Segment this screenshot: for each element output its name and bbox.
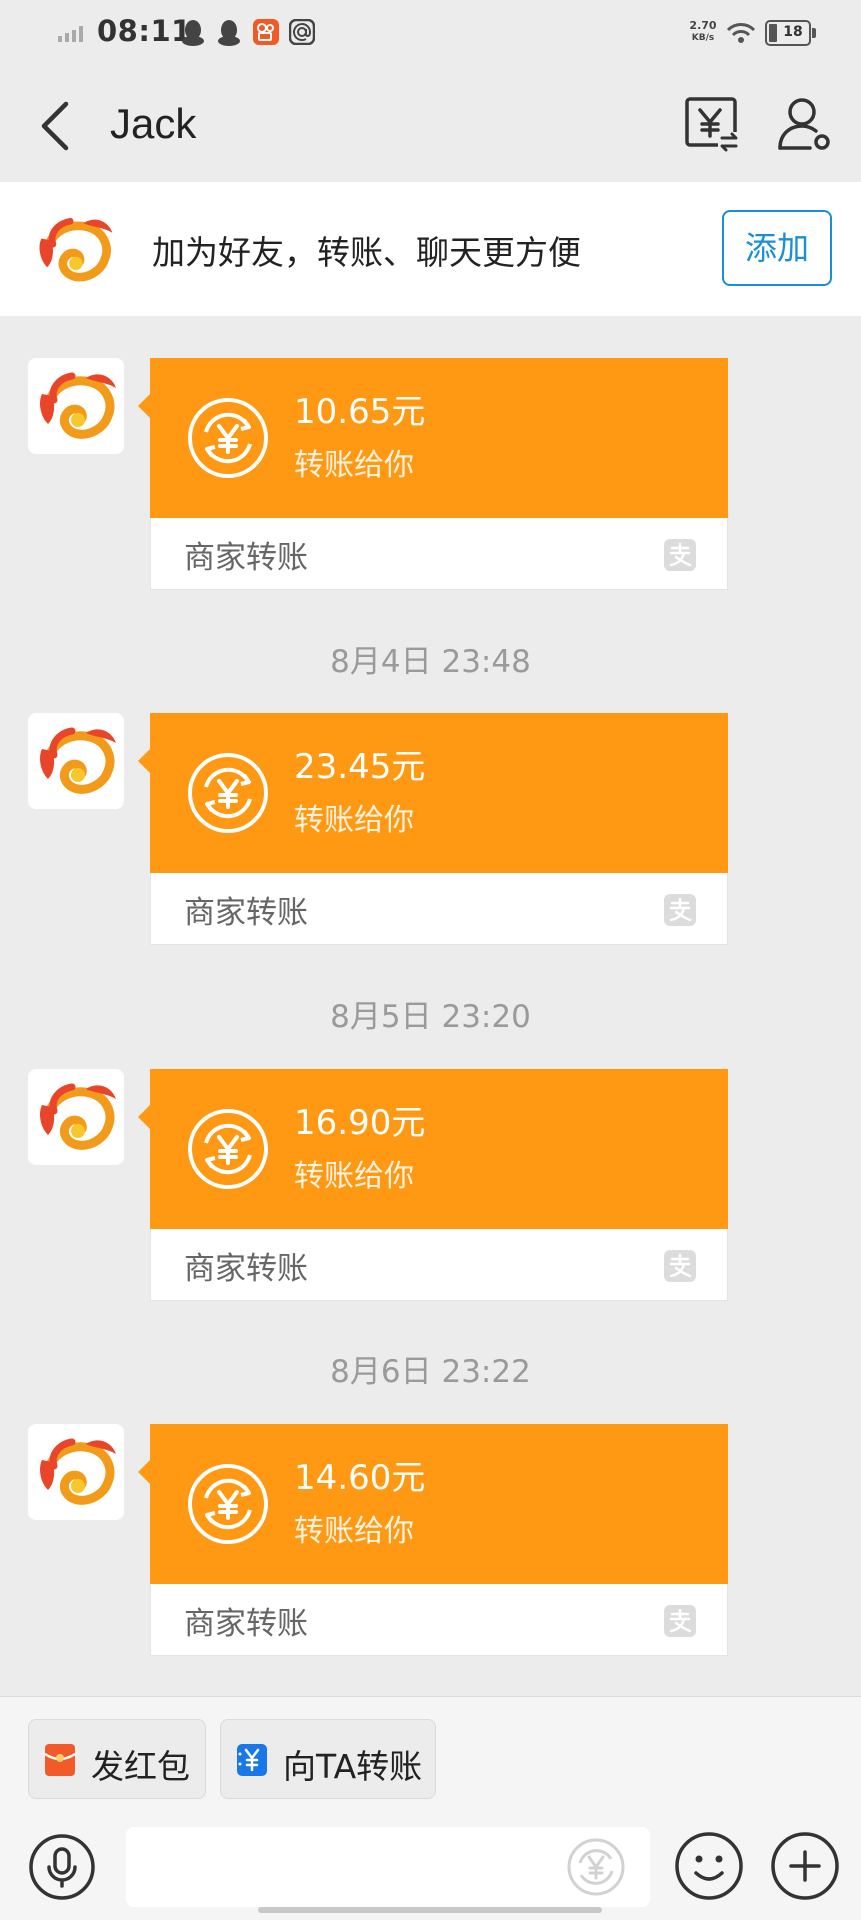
transfer-amount: 14.60元 (294, 1458, 426, 1498)
merchant-avatar (28, 204, 120, 296)
red-packet-label: 发红包 (91, 1747, 190, 1786)
smiley-icon[interactable] (674, 1831, 744, 1901)
transfer-subtitle: 转账给你 (294, 448, 414, 483)
status-bar: 08:11 2.70 KB/s 18 (0, 0, 861, 66)
transfer-card[interactable]: 10.65元 转账给你 商家转账 (138, 358, 728, 590)
red-packet-button[interactable]: 发红包 (28, 1719, 206, 1799)
transfer-card[interactable]: 14.60元 转账给你 商家转账 (138, 1424, 728, 1656)
person-settings-icon[interactable] (776, 96, 832, 152)
transfer-card[interactable]: 16.90元 转账给你 商家转账 (138, 1069, 728, 1301)
message-input[interactable] (126, 1827, 650, 1907)
signal-icon (58, 26, 83, 42)
yuan-coin-icon (188, 398, 268, 478)
merchant-avatar[interactable] (28, 1424, 124, 1520)
transfer-subtitle: 转账给你 (294, 1514, 414, 1549)
chat-header: Jack (0, 66, 861, 182)
add-friend-hint: 加为好友，转账、聊天更方便 (152, 233, 581, 272)
yuan-coin-icon (188, 753, 268, 833)
merchant-avatar[interactable] (28, 713, 124, 809)
transfer-message: 16.90元 转账给你 商家转账 (0, 1069, 861, 1301)
merchant-avatar[interactable] (28, 1069, 124, 1165)
timestamp: 8月6日 23:22 (330, 1354, 531, 1390)
timestamp: 8月4日 23:48 (330, 644, 531, 680)
alipay-icon (664, 894, 696, 926)
qq-icon (218, 20, 240, 46)
transfer-type-label: 商家转账 (184, 1251, 308, 1287)
network-speed: 2.70 KB/s (689, 19, 717, 44)
transfer-amount: 10.65元 (294, 392, 426, 432)
chevron-left-icon[interactable] (36, 96, 76, 156)
yuan-coin-icon[interactable] (566, 1837, 626, 1897)
transfer-type-label: 商家转账 (184, 895, 308, 931)
merchant-avatar[interactable] (28, 358, 124, 454)
plus-icon[interactable] (770, 1831, 840, 1901)
battery-icon: 18 (765, 20, 816, 46)
add-friend-banner: 加为好友，转账、聊天更方便 添加 (0, 182, 861, 316)
transfer-type-label: 商家转账 (184, 540, 308, 576)
page-title: Jack (110, 100, 197, 147)
yuan-coin-icon (188, 1109, 268, 1189)
home-indicator[interactable] (258, 1907, 602, 1913)
transfer-type-label: 商家转账 (184, 1606, 308, 1642)
alipay-icon (664, 1250, 696, 1282)
red-packet-icon (44, 1744, 76, 1776)
transfer-subtitle: 转账给你 (294, 803, 414, 838)
yuan-transfer-icon[interactable] (684, 96, 740, 152)
transfer-icon (237, 1744, 267, 1776)
alipay-icon (664, 1605, 696, 1637)
qq-icon (182, 20, 204, 46)
chat-input-bar: 发红包 向TA转账 (0, 1696, 861, 1920)
kuaishou-icon (253, 19, 279, 45)
transfer-amount: 23.45元 (294, 747, 426, 787)
transfer-to-ta-label: 向TA转账 (283, 1747, 423, 1786)
transfer-message: 14.60元 转账给你 商家转账 (0, 1424, 861, 1656)
transfer-subtitle: 转账给你 (294, 1159, 414, 1194)
at-icon (289, 19, 315, 45)
transfer-message: 23.45元 转账给你 商家转账 (0, 713, 861, 945)
alipay-icon (664, 539, 696, 571)
transfer-card[interactable]: 23.45元 转账给你 商家转账 (138, 713, 728, 945)
timestamp: 8月5日 23:20 (330, 999, 531, 1035)
mic-icon[interactable] (28, 1833, 96, 1901)
add-friend-button[interactable]: 添加 (722, 210, 832, 286)
clock: 08:11 (97, 14, 192, 48)
wifi-icon (726, 23, 756, 43)
transfer-message: 10.65元 转账给你 商家转账 (0, 358, 861, 590)
yuan-coin-icon (188, 1464, 268, 1544)
transfer-amount: 16.90元 (294, 1103, 426, 1143)
transfer-to-ta-button[interactable]: 向TA转账 (220, 1719, 436, 1799)
